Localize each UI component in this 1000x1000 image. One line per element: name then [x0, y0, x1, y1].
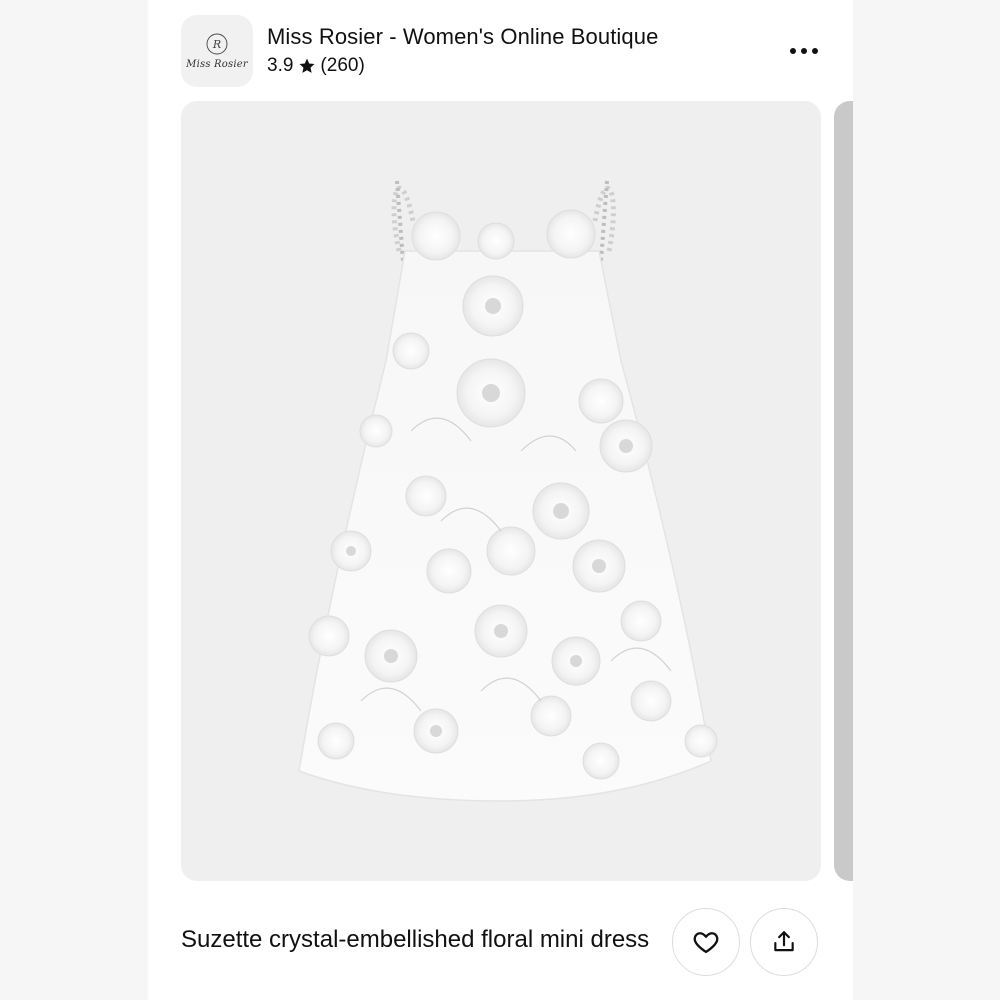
product-image[interactable]	[181, 101, 821, 881]
store-rating: 3.9 (260)	[267, 55, 365, 77]
like-button[interactable]	[672, 908, 740, 976]
more-options-button[interactable]	[780, 34, 828, 68]
heart-icon	[692, 928, 720, 956]
product-title: Suzette crystal-embellished floral mini …	[181, 926, 650, 953]
share-icon	[771, 929, 797, 955]
dress-image	[298, 180, 718, 802]
logo-wordmark: Miss Rosier	[186, 59, 248, 70]
more-horizontal-icon	[788, 48, 821, 54]
next-image-preview[interactable]	[834, 101, 853, 881]
star-icon	[298, 57, 316, 75]
monogram-logo-icon: R	[206, 33, 228, 55]
product-page: R Miss Rosier Miss Rosier - Women's Onli…	[148, 0, 853, 1000]
store-header: R Miss Rosier Miss Rosier - Women's Onli…	[148, 0, 853, 100]
rating-value: 3.9	[267, 55, 294, 76]
store-name[interactable]: Miss Rosier - Women's Online Boutique	[267, 24, 658, 50]
store-logo[interactable]: R Miss Rosier	[181, 15, 253, 87]
svg-text:R: R	[212, 38, 221, 51]
share-button[interactable]	[750, 908, 818, 976]
review-count: (260)	[320, 55, 365, 76]
